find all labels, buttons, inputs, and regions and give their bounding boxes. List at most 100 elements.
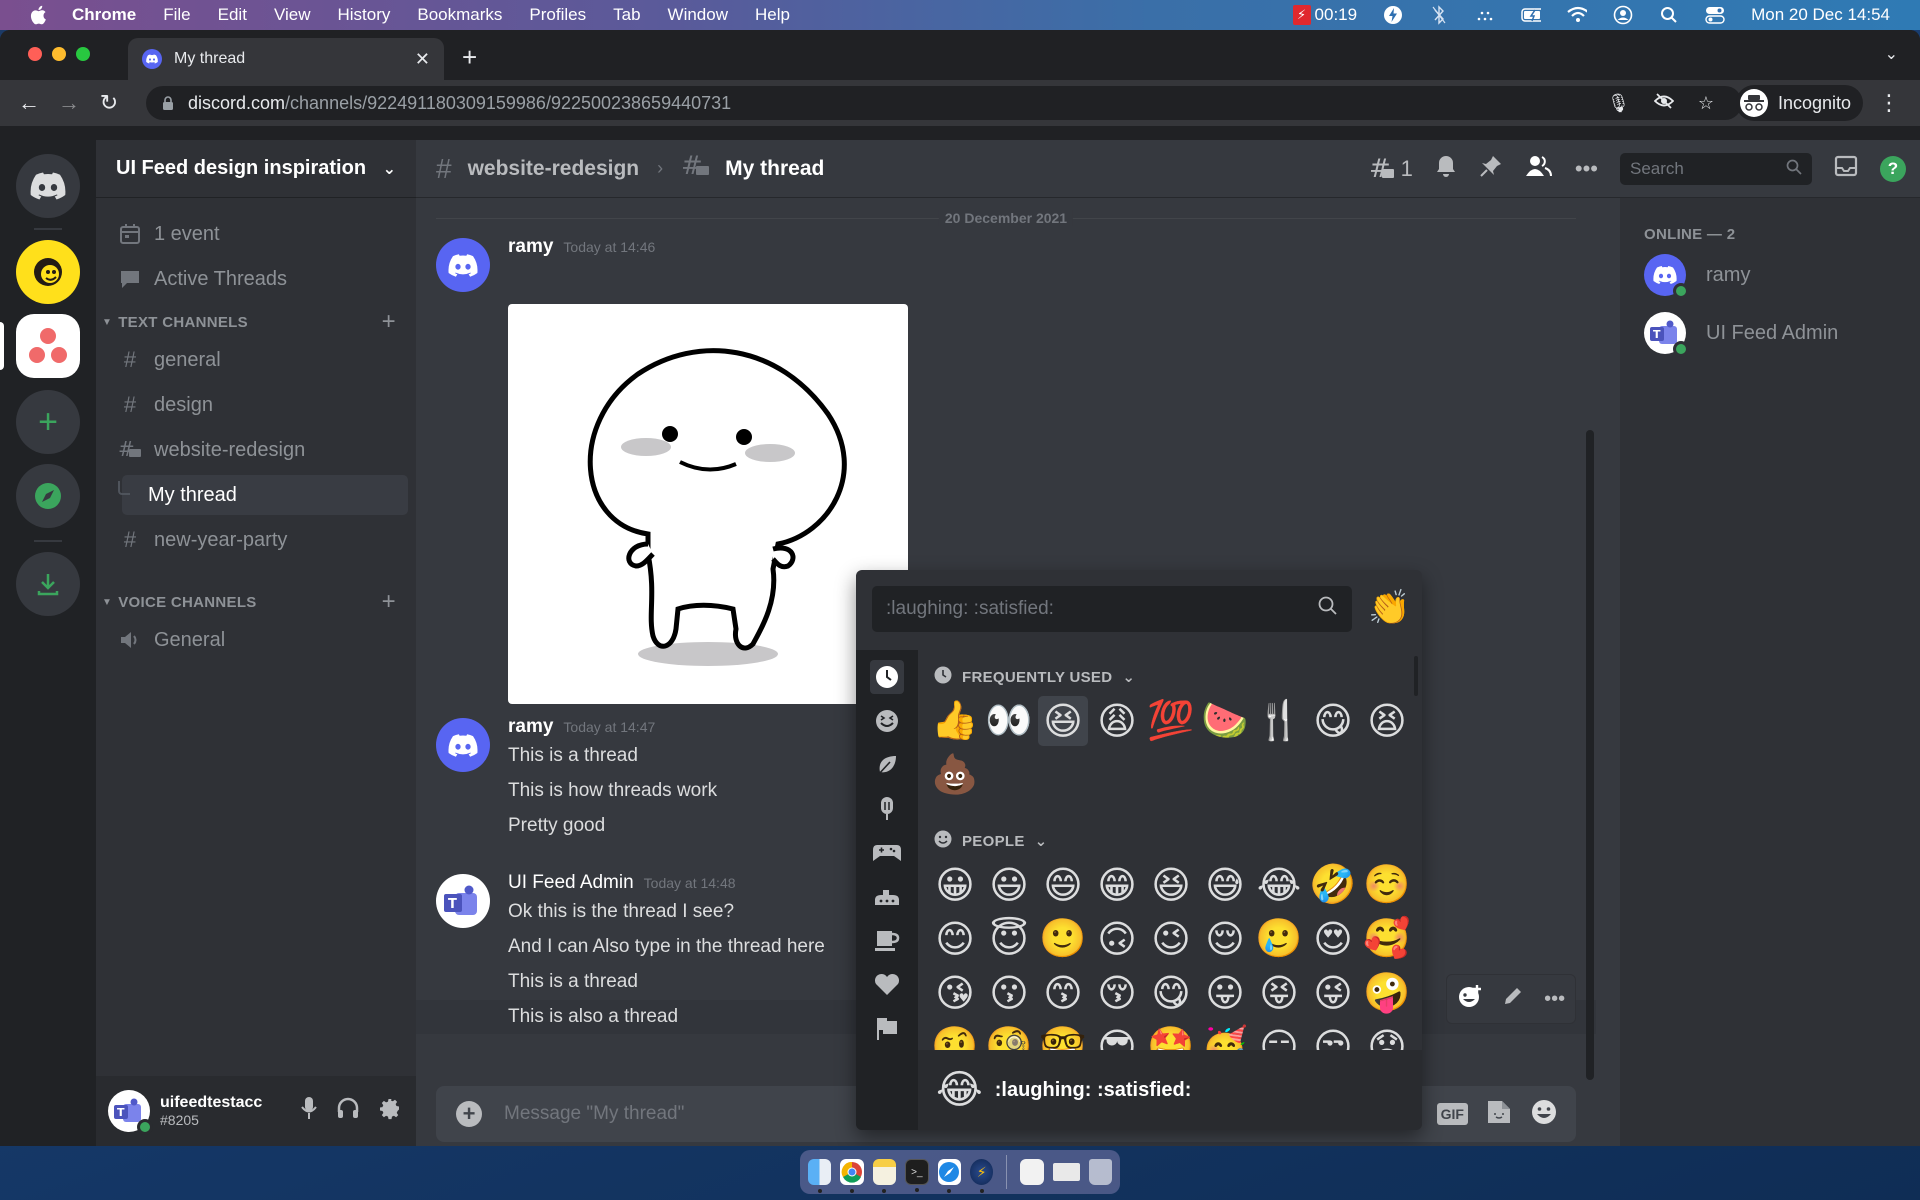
menu-file[interactable]: File [163,5,190,25]
menu-window[interactable]: Window [668,5,728,25]
emoji-scrollbar[interactable] [1414,656,1418,696]
screen-recording-indicator[interactable]: ⚡ 00:19 [1292,5,1357,25]
emoji-people[interactable]: 🤪 [1362,968,1412,1018]
emoji-people[interactable]: 🥲 [1254,914,1304,964]
emoji-people[interactable]: 😝 [1254,968,1304,1018]
message-author[interactable]: ramy [508,236,553,258]
more-options-button[interactable]: ••• [1575,156,1598,182]
people-smiley-icon[interactable] [870,704,904,738]
add-server-button[interactable]: + [16,390,80,454]
emoji-people[interactable]: 🤣 [1308,860,1358,910]
menubar-clock[interactable]: Mon 20 Dec 14:54 [1751,5,1890,25]
emoji-people[interactable]: 😎 [1092,1022,1142,1051]
user-avatar[interactable]: T [108,1090,153,1135]
emoji-frequent[interactable]: 🍉 [1200,696,1250,746]
server-header[interactable]: UI Feed design inspiration ⌄ [96,140,416,198]
bluetooth-off-icon[interactable] [1429,5,1449,25]
emoji-people[interactable]: 😅 [1200,860,1250,910]
activity-gamepad-icon[interactable] [870,836,904,870]
safari-app-icon[interactable] [937,1159,961,1193]
more-message-options-button[interactable]: ••• [1544,988,1565,1011]
deafen-headphones-button[interactable] [336,1096,360,1126]
menu-bookmarks[interactable]: Bookmarks [417,5,502,25]
user-account-icon[interactable] [1613,5,1633,25]
inbox-button[interactable] [1834,155,1858,183]
recent-clock-icon[interactable] [870,660,904,694]
create-channel-button[interactable]: + [382,308,396,336]
mute-microphone-button[interactable] [300,1096,318,1126]
home-button[interactable] [16,154,80,218]
emoji-people[interactable]: 😙 [1038,968,1088,1018]
member-item[interactable]: ramy [1644,254,1750,299]
microphone-icon[interactable]: 🎙︎ [1607,93,1630,114]
forward-button[interactable]: → [58,90,80,115]
terminal-app-icon[interactable]: >_ [905,1159,929,1192]
menu-history[interactable]: History [337,5,390,25]
travel-submarine-icon[interactable] [870,880,904,914]
menu-view[interactable]: View [274,5,311,25]
emoji-frequent[interactable]: 🍴 [1254,696,1304,746]
emoji-people[interactable]: 🤩 [1146,1022,1196,1050]
sticker-picker-button[interactable] [1486,1099,1512,1130]
emoji-people[interactable]: 😋 [1146,968,1196,1018]
chat-scrollbar[interactable] [1586,430,1594,1080]
menu-help[interactable]: Help [755,5,790,25]
upload-attachment-button[interactable]: + [456,1101,482,1127]
emoji-frequent[interactable]: 😩 [1092,696,1142,746]
emoji-people[interactable]: 😒 [1308,1022,1358,1051]
battery-charging-icon[interactable] [1521,5,1542,25]
thread-my-thread[interactable]: My thread [118,475,408,515]
minimize-window-button[interactable] [52,47,66,61]
gif-picker-button[interactable]: GIF [1436,1103,1468,1125]
message-author[interactable]: ramy [508,716,553,738]
bolt-app-icon[interactable] [1383,5,1403,25]
search-input[interactable]: Search [1620,153,1812,185]
message-image-attachment[interactable] [508,304,908,704]
symbols-heart-icon[interactable] [870,968,904,1002]
emoji-people[interactable]: 🥳 [1200,1022,1250,1050]
emoji-frequent[interactable]: 😫 [1362,696,1412,746]
control-dots-icon[interactable] [1475,5,1495,25]
emoji-frequent[interactable]: 😋 [1308,696,1358,746]
emoji-frequent[interactable]: 💩 [930,750,980,800]
notes-app-icon[interactable] [872,1159,897,1193]
emoji-people[interactable]: 😂 [1254,860,1304,910]
flags-flag-icon[interactable] [870,1012,904,1046]
emoji-people[interactable]: 😉 [1146,914,1196,964]
message-author[interactable]: UI Feed Admin [508,872,634,894]
tab-search-chevron-icon[interactable]: ⌄ [1885,44,1898,64]
trash-icon[interactable] [1088,1159,1112,1185]
emoji-people[interactable]: 😀 [930,860,980,910]
maximize-window-button[interactable] [76,47,90,61]
emoji-people[interactable]: 😚 [1092,968,1142,1018]
wifi-icon[interactable] [1567,5,1588,25]
emoji-people[interactable]: 😛 [1200,968,1250,1018]
food-popsicle-icon[interactable] [870,792,904,826]
chrome-app-icon[interactable] [840,1159,864,1193]
explore-servers-button[interactable] [16,464,80,528]
voice-channel-general[interactable]: General [104,620,408,660]
spotlight-search-icon[interactable] [1659,5,1679,25]
nature-leaf-icon[interactable] [870,748,904,782]
menu-edit[interactable]: Edit [218,5,247,25]
emoji-people[interactable]: 😗 [984,968,1034,1018]
channel-design[interactable]: # design [104,385,408,425]
emoji-people[interactable]: 😄 [1038,860,1088,910]
pinned-messages-button[interactable] [1479,154,1503,184]
voice-channels-category[interactable]: ▼ VOICE CHANNELS + [100,588,412,616]
incognito-profile-button[interactable]: Incognito [1736,85,1864,121]
frequently-used-header[interactable]: FREQUENTLY USED ⌄ [934,666,1135,688]
emoji-people[interactable]: 😇 [984,914,1034,964]
download-apps-button[interactable] [16,552,80,616]
create-channel-button[interactable]: + [382,588,396,616]
chrome-menu-icon[interactable]: ⋮ [1878,90,1900,116]
emoji-people[interactable]: 😌 [1200,914,1250,964]
message-avatar[interactable]: T [436,874,490,928]
reload-button[interactable]: ↻ [98,90,120,115]
emoji-people[interactable]: 🧐 [984,1022,1034,1050]
control-center-icon[interactable] [1705,5,1725,25]
emoji-frequent[interactable]: 👍 [930,696,980,746]
close-tab-icon[interactable]: ✕ [415,49,430,70]
tracking-blocked-eye-icon[interactable] [1653,92,1675,115]
menu-app-name[interactable]: Chrome [72,5,136,25]
